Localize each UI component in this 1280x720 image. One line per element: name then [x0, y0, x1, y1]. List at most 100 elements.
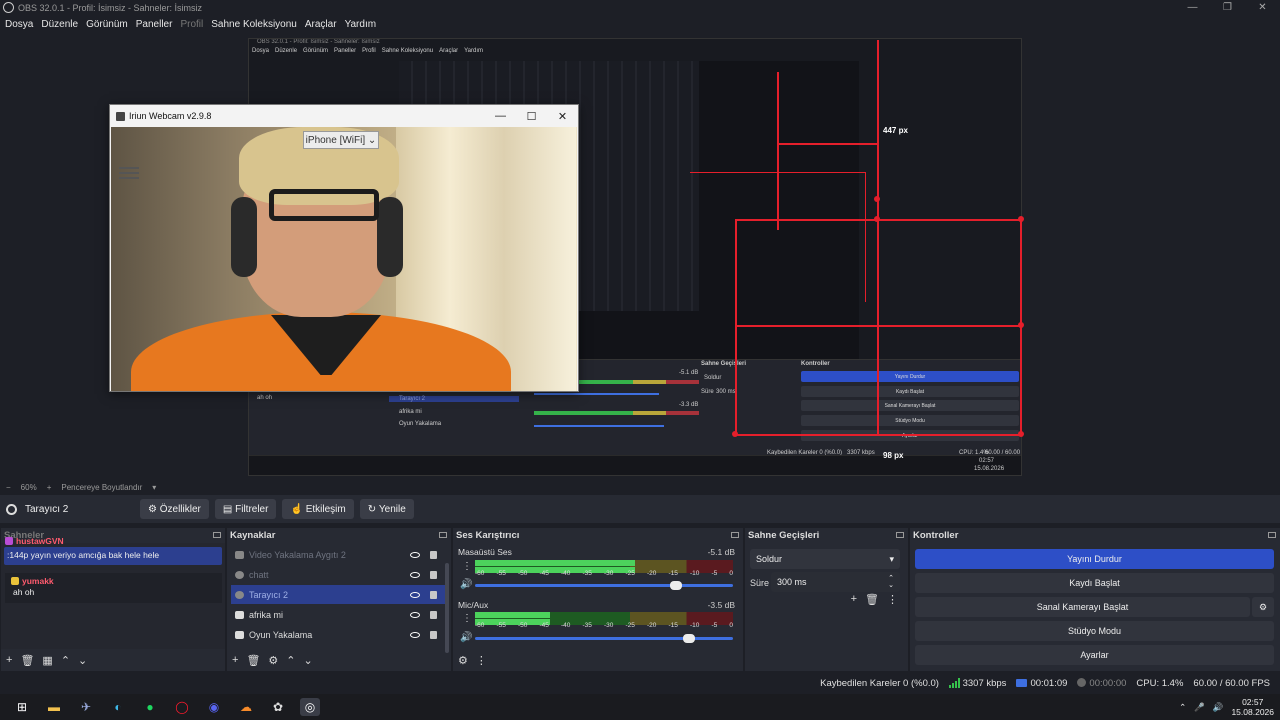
tray-chevron-icon[interactable]: ⌃	[1179, 702, 1186, 713]
file-explorer-icon[interactable]: ▬	[44, 698, 64, 716]
fit-window-label[interactable]: Pencereye Boyutlandır	[61, 483, 142, 492]
speaker-icon[interactable]: 🔊	[460, 632, 472, 643]
dock-float-icon[interactable]	[439, 532, 447, 538]
meter-tick-label: -20	[647, 570, 657, 577]
transition-menu-icon[interactable]: ⋮	[887, 593, 898, 606]
lock-icon[interactable]	[430, 610, 437, 619]
start-icon[interactable]: ⊞	[12, 698, 32, 716]
menu-scene-collection[interactable]: Sahne Koleksiyonu	[211, 19, 297, 30]
annotation-dot	[874, 196, 880, 202]
zoom-in-button[interactable]: +	[47, 483, 52, 492]
dock-float-icon[interactable]	[1268, 532, 1276, 538]
microphone-icon[interactable]: 🎤	[1194, 702, 1205, 713]
add-transition-icon[interactable]: +	[851, 593, 857, 605]
move-up-icon[interactable]: ⌃	[286, 654, 295, 667]
transition-select[interactable]: Soldur ▾	[750, 549, 900, 569]
opera-icon[interactable]: ◯	[172, 698, 192, 716]
live-timer: 00:01:09	[1016, 678, 1067, 689]
speaker-icon[interactable]: 🔊	[460, 579, 472, 590]
obs-taskbar-icon[interactable]: ◎	[300, 698, 320, 716]
cloudflare-icon[interactable]: ☁	[236, 698, 256, 716]
visibility-eye-icon[interactable]	[410, 611, 420, 618]
menu-docks[interactable]: Paneller	[136, 19, 173, 30]
move-down-icon[interactable]: ⌄	[304, 654, 313, 667]
interact-button[interactable]: ☝ Etkileşim	[282, 499, 354, 519]
studio-mode-button[interactable]: Stüdyo Modu	[915, 621, 1274, 641]
webcam-maximize-button[interactable]: ☐	[516, 105, 547, 127]
lock-icon[interactable]	[430, 570, 437, 579]
stop-streaming-button[interactable]: Yayını Durdur	[915, 549, 1274, 569]
webcam-window[interactable]: Iriun Webcam v2.9.8 — ☐ ✕ iPhone [WiFi] …	[109, 104, 579, 392]
start-recording-button[interactable]: Kaydı Başlat	[915, 573, 1274, 593]
add-scene-icon[interactable]: +	[6, 654, 12, 666]
virtual-camera-settings-icon[interactable]: ⚙	[1252, 597, 1274, 617]
source-properties-icon[interactable]: ⚙	[268, 654, 278, 667]
dock-float-icon[interactable]	[213, 532, 221, 538]
webcam-minimize-button[interactable]: —	[485, 105, 516, 127]
start-virtual-camera-button[interactable]: Sanal Kamerayı Başlat	[915, 597, 1250, 617]
volume-icon[interactable]: 🔊	[1213, 702, 1224, 713]
visibility-eye-icon[interactable]	[410, 591, 420, 598]
chatgpt-icon[interactable]: ✿	[268, 698, 288, 716]
lock-icon[interactable]	[430, 630, 437, 639]
volume-knob[interactable]	[670, 581, 683, 590]
mixer-menu-icon[interactable]: ⋮	[476, 654, 487, 667]
menu-tools[interactable]: Araçlar	[305, 19, 337, 30]
visibility-eye-icon[interactable]	[410, 631, 420, 638]
dock-float-icon[interactable]	[896, 532, 904, 538]
steam-icon[interactable]: ✈	[76, 698, 96, 716]
hamburger-menu-icon[interactable]	[119, 167, 139, 182]
edge-icon[interactable]: ◐	[108, 698, 128, 716]
scene-filters-icon[interactable]: ▦	[42, 654, 52, 667]
track-menu-icon[interactable]: ⋮	[462, 561, 472, 572]
add-source-icon[interactable]: +	[232, 654, 238, 666]
mixer-title: Ses Karıştırıcı	[456, 530, 520, 541]
clock-time: 02:57	[1242, 697, 1264, 707]
meter-tick-label: -55	[496, 622, 506, 629]
volume-knob[interactable]	[683, 634, 696, 643]
discord-icon[interactable]: ◉	[204, 698, 224, 716]
sources-scrollbar[interactable]	[445, 563, 449, 653]
zoom-dropdown-icon[interactable]: ▾	[152, 483, 156, 492]
lock-icon[interactable]	[430, 550, 437, 559]
menu-profile[interactable]: Profil	[180, 19, 203, 30]
maximize-button[interactable]: ❐	[1210, 0, 1245, 15]
remove-transition-icon[interactable]: 🗑	[865, 593, 879, 606]
menu-edit[interactable]: Düzenle	[41, 19, 78, 30]
close-button[interactable]: ✕	[1245, 0, 1280, 15]
menu-view[interactable]: Görünüm	[86, 19, 128, 30]
source-item[interactable]: Video Yakalama Aygıtı 2	[231, 545, 447, 564]
track-menu-icon[interactable]: ⋮	[462, 613, 472, 624]
zoom-out-button[interactable]: −	[6, 483, 11, 492]
source-item[interactable]: Tarayıcı 2	[231, 585, 447, 604]
dock-float-icon[interactable]	[731, 532, 739, 538]
clock[interactable]: 02:57 15.08.2026	[1231, 697, 1274, 717]
menu-file[interactable]: Dosya	[5, 19, 33, 30]
move-up-icon[interactable]: ⌃	[61, 654, 70, 667]
move-down-icon[interactable]: ⌄	[78, 654, 87, 667]
source-item[interactable]: Oyun Yakalama	[231, 625, 447, 644]
audio-mixer-dock: Ses Karıştırıcı Masaüstü Ses -5.1 dB ⋮ -…	[452, 528, 743, 671]
source-item[interactable]: chatt	[231, 565, 447, 584]
refresh-button[interactable]: ↻ Yenile	[359, 499, 414, 519]
mixer-settings-icon[interactable]: ⚙	[458, 654, 468, 667]
lock-icon[interactable]	[430, 590, 437, 599]
minimize-button[interactable]: —	[1175, 0, 1210, 15]
visibility-eye-icon[interactable]	[410, 551, 420, 558]
remove-source-icon[interactable]: 🗑	[246, 654, 260, 667]
settings-button[interactable]: Ayarlar	[915, 645, 1274, 665]
webcam-close-button[interactable]: ✕	[547, 105, 578, 127]
stepper-icon[interactable]: ⌃ ⌄	[888, 575, 894, 589]
source-item[interactable]: afrika mi	[231, 605, 447, 624]
volume-slider[interactable]	[475, 634, 733, 643]
windows-taskbar: ⊞ ▬ ✈ ◐ ● ◯ ◉ ☁ ✿ ◎ ⌃ 🎤 🔊 02:57 15.08.20…	[0, 694, 1280, 720]
remove-scene-icon[interactable]: 🗑	[20, 654, 34, 667]
filters-button[interactable]: ▤ Filtreler	[214, 499, 277, 519]
device-select[interactable]: iPhone [WiFi] ⌄	[303, 131, 379, 149]
volume-slider[interactable]	[475, 581, 733, 590]
visibility-eye-icon[interactable]	[410, 571, 420, 578]
menu-help[interactable]: Yardım	[345, 19, 377, 30]
spotify-icon[interactable]: ●	[140, 698, 160, 716]
properties-button[interactable]: ⚙ Özellikler	[140, 499, 209, 519]
meter-fill	[475, 612, 550, 618]
